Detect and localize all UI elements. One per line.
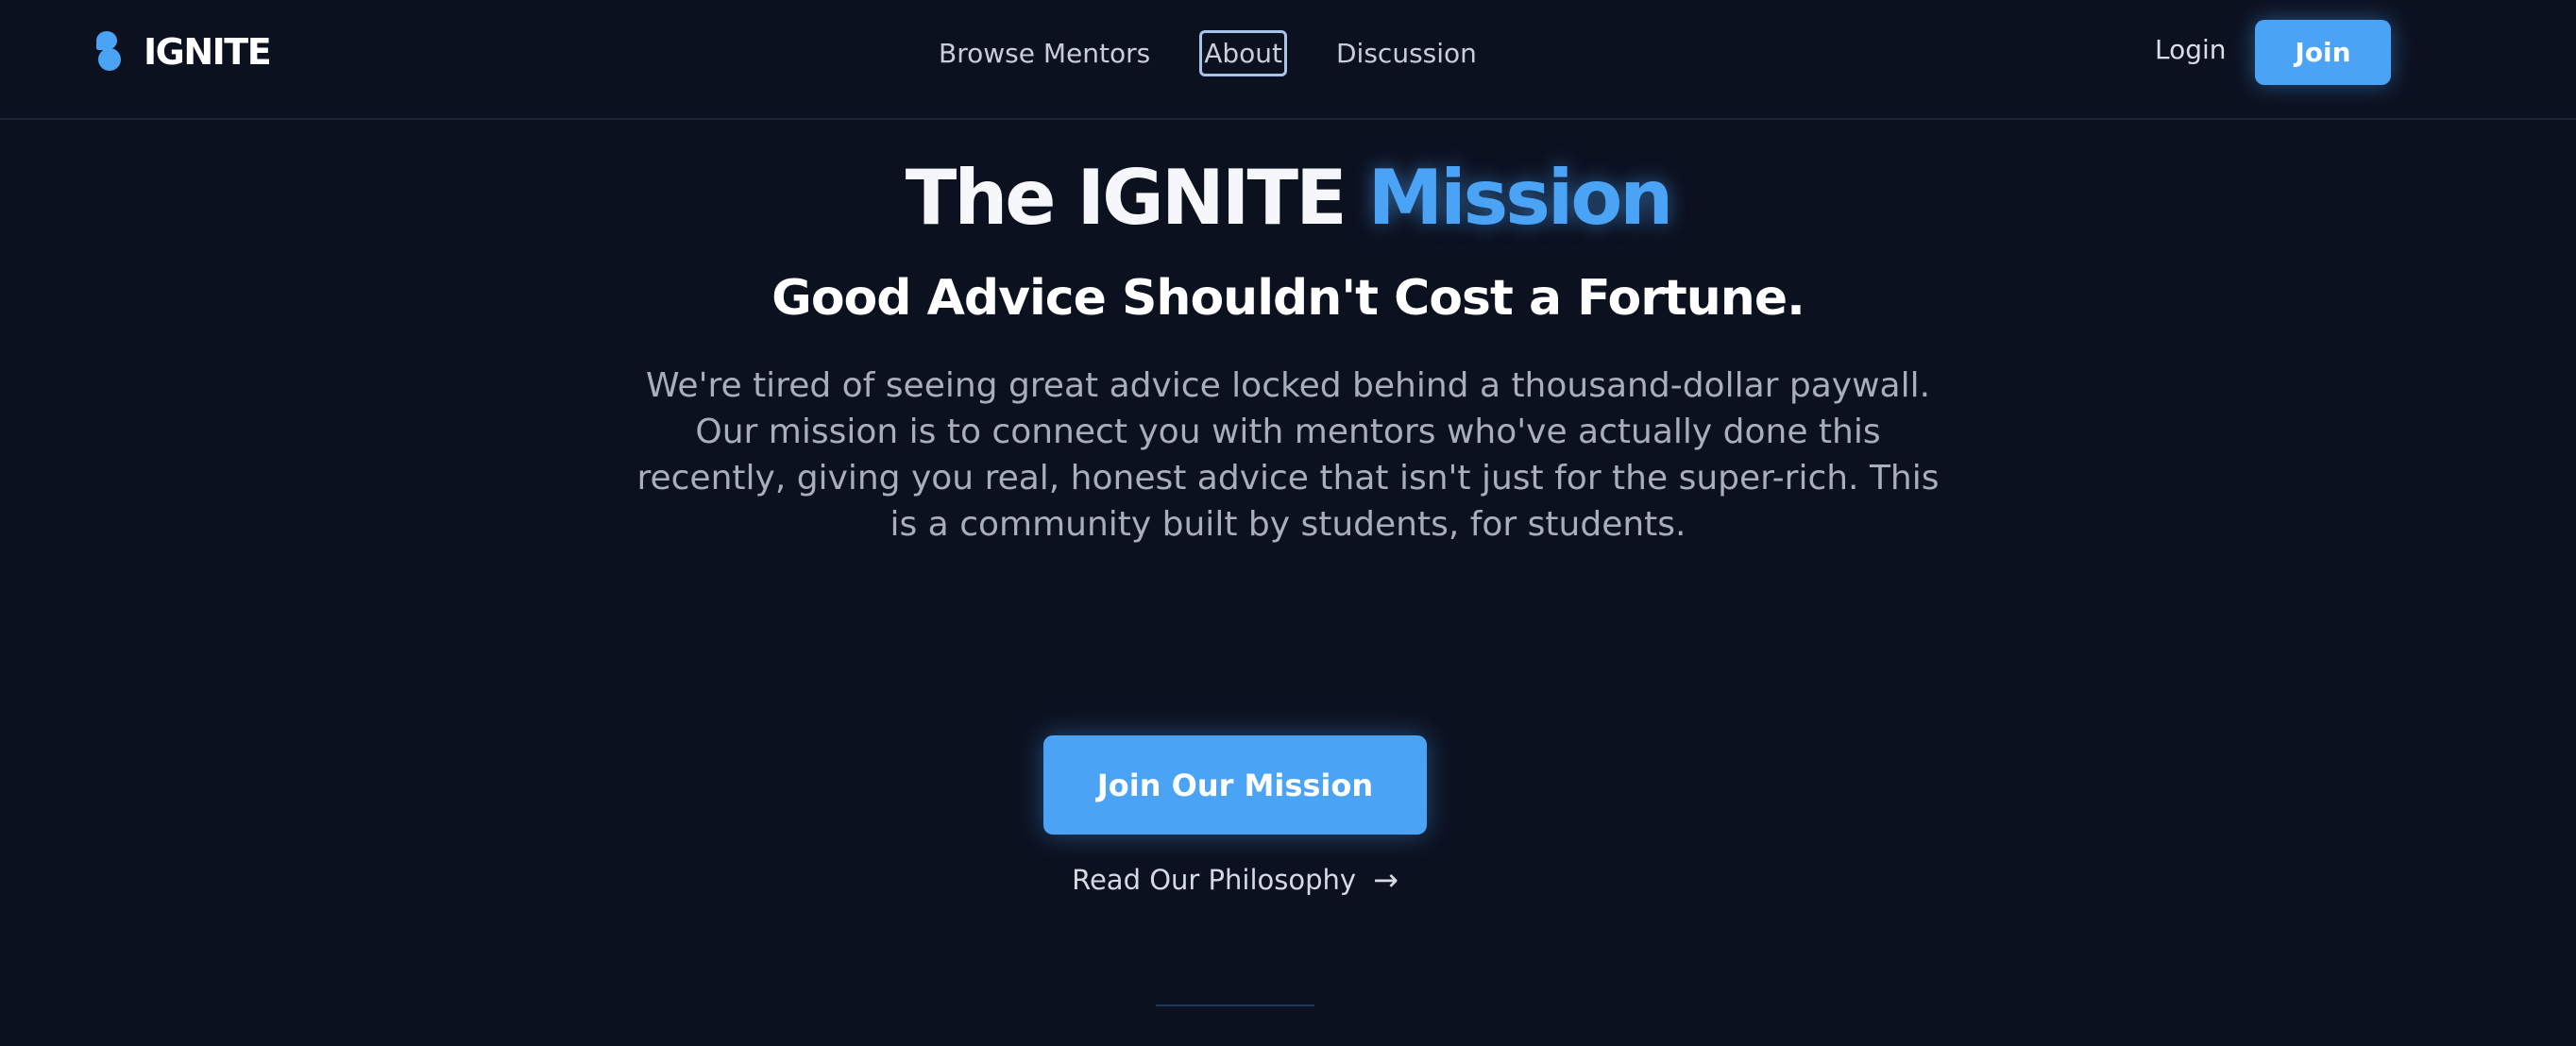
nav-link-discussion[interactable]: Discussion [1336, 38, 1477, 69]
hero-description-line: recently, giving you real, honest advice… [636, 459, 1940, 498]
ignite-logo-icon [96, 31, 121, 73]
hero-title-accent: Mission [1367, 154, 1674, 242]
section-divider [1156, 1004, 1314, 1006]
brand-logo[interactable]: IGNITE [96, 28, 272, 76]
hero-description-line: is a community built by students, for st… [890, 505, 1686, 544]
join-our-mission-button[interactable]: Join Our Mission [1043, 735, 1427, 835]
hero-description: We're tired of seeing great advice locke… [604, 363, 1972, 548]
join-button[interactable]: Join [2255, 20, 2391, 85]
read-philosophy-link[interactable]: Read Our Philosophy → [1039, 859, 1432, 901]
hero-subtitle: Good Advice Shouldn't Cost a Fortune. [771, 270, 1805, 327]
main-nav: Browse Mentors About Discussion [939, 29, 1477, 76]
arrow-right-icon: → [1373, 862, 1398, 898]
brand-name: IGNITE [144, 31, 272, 73]
top-navbar: IGNITE Browse Mentors About Discussion L… [0, 0, 2576, 120]
read-philosophy-label: Read Our Philosophy [1072, 864, 1357, 896]
nav-link-about[interactable]: About [1199, 29, 1287, 76]
hero-description-line: We're tired of seeing great advice locke… [645, 366, 1931, 405]
login-link[interactable]: Login [2155, 34, 2227, 65]
hero-description-line: Our mission is to connect you with mento… [695, 413, 1881, 451]
hero-title: The IGNITE Mission [0, 151, 2576, 245]
hero-title-main: The IGNITE [905, 154, 1368, 242]
nav-link-browse-mentors[interactable]: Browse Mentors [939, 38, 1150, 69]
